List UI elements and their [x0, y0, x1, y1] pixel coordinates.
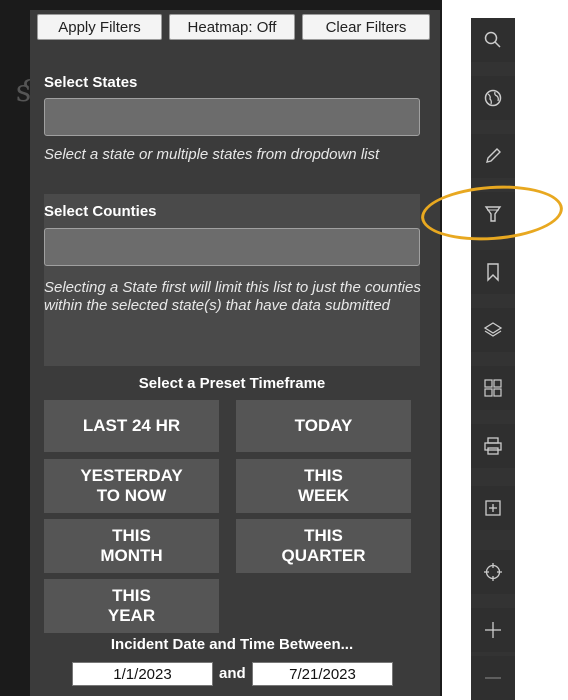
this-month-button[interactable]: THIS MONTH — [44, 519, 219, 573]
locate-icon — [484, 563, 502, 581]
timeframe-label: MONTH — [100, 546, 163, 565]
layers-tool[interactable] — [471, 308, 515, 352]
basemap-icon — [484, 379, 502, 397]
timeframe-label: QUARTER — [281, 546, 366, 565]
locate-tool[interactable] — [471, 550, 515, 594]
zoom-out-icon — [485, 677, 501, 679]
zoom-in-icon — [485, 622, 501, 638]
this-year-button[interactable]: THIS YEAR — [44, 579, 219, 633]
preset-timeframe-title: Select a Preset Timeframe — [138, 375, 326, 392]
timeframe-label: YEAR — [107, 606, 156, 625]
bookmark-tool[interactable] — [471, 250, 515, 294]
select-counties-label: Select Counties — [44, 203, 157, 220]
draw-tool[interactable] — [471, 134, 515, 178]
clear-filters-button[interactable]: Clear Filters — [302, 14, 430, 40]
timeframe-label: LAST 24 HR — [82, 416, 181, 435]
timeframe-label: THIS — [112, 526, 151, 545]
add-data-icon — [485, 500, 501, 516]
timeframe-label: YESTERDAY — [80, 466, 183, 485]
bookmark-icon — [487, 263, 499, 282]
timeframe-label: THIS — [112, 586, 151, 605]
map-toolbar — [471, 18, 515, 700]
timeframe-label: THIS — [304, 526, 343, 545]
globe-icon — [484, 89, 502, 107]
timeframe-label: TODAY — [294, 416, 353, 435]
apply-filters-button[interactable]: Apply Filters — [37, 14, 162, 40]
globe-tool[interactable] — [471, 76, 515, 120]
select-states-label: Select States — [44, 74, 138, 91]
search-tool[interactable] — [471, 18, 515, 62]
end-date-input[interactable] — [252, 662, 393, 686]
counties-dropdown[interactable] — [44, 228, 420, 266]
timeframe-label: WEEK — [298, 486, 349, 505]
incident-date-title: Incident Date and Time Between... — [110, 636, 354, 653]
print-icon — [484, 437, 502, 455]
search-icon — [484, 31, 501, 48]
add-data-tool[interactable] — [471, 486, 515, 530]
date-joiner: and — [219, 665, 246, 682]
print-tool[interactable] — [471, 424, 515, 468]
states-dropdown[interactable] — [44, 98, 420, 136]
zoom-out-button[interactable] — [471, 656, 515, 700]
basemap-tool[interactable] — [471, 366, 515, 410]
layers-icon — [483, 322, 503, 337]
timeframe-label: TO NOW — [96, 486, 167, 505]
yesterday-to-now-button[interactable]: YESTERDAY TO NOW — [44, 459, 219, 513]
counties-hint: Selecting a State first will limit this … — [44, 279, 421, 314]
start-date-input[interactable] — [72, 662, 213, 686]
states-hint: Select a state or multiple states from d… — [44, 146, 380, 163]
heatmap-toggle-button[interactable]: Heatmap: Off — [169, 14, 295, 40]
pencil-icon — [486, 148, 501, 163]
zoom-in-button[interactable] — [471, 608, 515, 652]
last-24hr-button[interactable]: LAST 24 HR — [44, 400, 219, 452]
timeframe-label: THIS — [304, 466, 343, 485]
this-quarter-button[interactable]: THIS QUARTER — [236, 519, 411, 573]
this-week-button[interactable]: THIS WEEK — [236, 459, 411, 513]
today-button[interactable]: TODAY — [236, 400, 411, 452]
